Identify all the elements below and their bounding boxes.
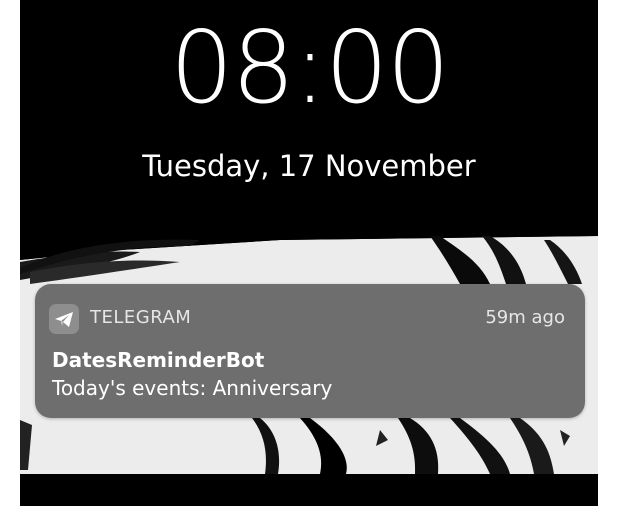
telegram-paper-plane-icon xyxy=(49,304,79,334)
notification-title: DatesReminderBot xyxy=(52,348,265,372)
bottom-bar xyxy=(20,474,598,506)
notification-timestamp: 59m ago xyxy=(485,307,565,328)
notification-app-name: TELEGRAM xyxy=(90,307,192,328)
notification-body: Today's events: Anniversary xyxy=(52,376,333,400)
screenshot-frame: 08:00 Tuesday, 17 November TELEGRAM 59m … xyxy=(0,0,618,506)
telegram-notification[interactable]: TELEGRAM 59m ago DatesReminderBot Today'… xyxy=(35,284,585,418)
lock-screen-date: Tuesday, 17 November xyxy=(142,149,476,183)
lock-screen-clock: 08:00 xyxy=(169,9,450,126)
lock-screen: 08:00 Tuesday, 17 November TELEGRAM 59m … xyxy=(20,0,598,506)
